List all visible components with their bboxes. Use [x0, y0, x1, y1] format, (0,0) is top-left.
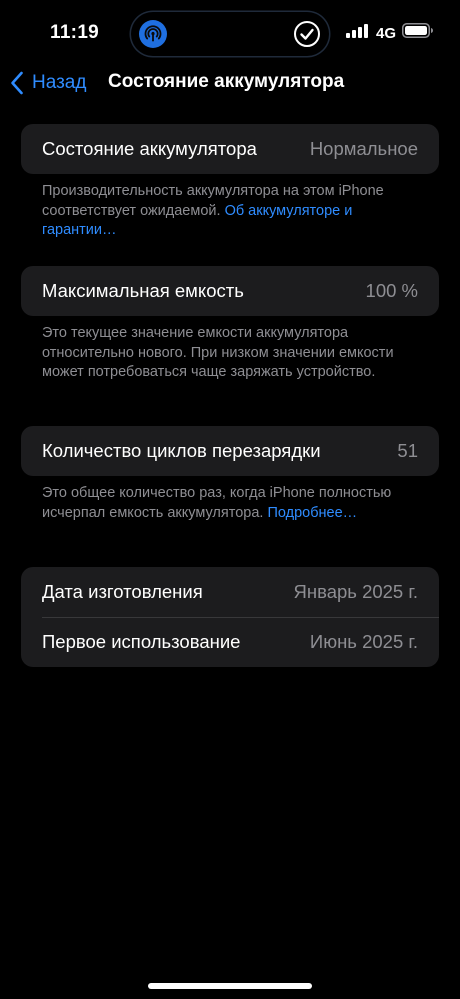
max-capacity-row: Максимальная емкость 100 %	[21, 266, 439, 316]
battery-health-footnote: Производительность аккумулятора на этом …	[42, 182, 422, 241]
max-capacity-card: Максимальная емкость 100 %	[21, 266, 439, 316]
airdrop-icon	[139, 20, 167, 48]
home-indicator[interactable]	[148, 983, 312, 989]
battery-health-card: Состояние аккумулятора Нормальное	[21, 124, 439, 174]
battery-health-label: Состояние аккумулятора	[42, 138, 257, 159]
battery-health-value: Нормальное	[309, 138, 418, 159]
battery-icon	[402, 23, 434, 43]
battery-health-row: Состояние аккумулятора Нормальное	[21, 124, 439, 174]
status-time: 11:19	[50, 22, 100, 43]
cycle-count-row: Количество циклов перезарядки 51	[21, 426, 439, 476]
cycle-count-label: Количество циклов перезарядки	[42, 440, 321, 461]
manufacture-date-value: Январь 2025 г.	[293, 581, 418, 602]
dynamic-island[interactable]	[131, 12, 329, 56]
manufacture-date-label: Дата изготовления	[42, 581, 203, 602]
cycle-count-footnote: Это общее количество раз, когда iPhone п…	[42, 484, 422, 523]
checkmark-circle-icon	[293, 20, 321, 48]
page-title: Состояние аккумулятора	[108, 71, 345, 92]
chevron-left-icon	[11, 71, 23, 95]
max-capacity-label: Максимальная емкость	[42, 280, 244, 301]
learn-more-link[interactable]: Подробнее…	[267, 505, 357, 521]
cellular-signal-icon	[345, 23, 370, 43]
first-use-label: Первое использование	[42, 631, 241, 652]
back-button-label: Назад	[32, 72, 87, 93]
status-indicators: 4G	[345, 23, 434, 43]
max-capacity-value: 100 %	[365, 280, 418, 301]
navigation-bar: Назад Состояние аккумулятора	[0, 64, 460, 100]
cycle-count-value: 51	[397, 440, 418, 461]
cycle-count-card: Количество циклов перезарядки 51	[21, 426, 439, 476]
status-bar: 11:19 4G	[0, 0, 460, 64]
network-type: 4G	[375, 24, 396, 42]
dates-card: Дата изготовления Январь 2025 г. Первое …	[21, 567, 439, 667]
back-button[interactable]: Назад	[10, 68, 86, 98]
first-use-row: Первое использование Июнь 2025 г.	[21, 617, 439, 667]
max-capacity-footnote: Это текущее значение емкости аккумулятор…	[42, 324, 422, 383]
first-use-value: Июнь 2025 г.	[309, 631, 418, 652]
max-capacity-footnote-text: Это текущее значение емкости аккумулятор…	[42, 325, 394, 380]
manufacture-date-row: Дата изготовления Январь 2025 г.	[21, 567, 439, 617]
